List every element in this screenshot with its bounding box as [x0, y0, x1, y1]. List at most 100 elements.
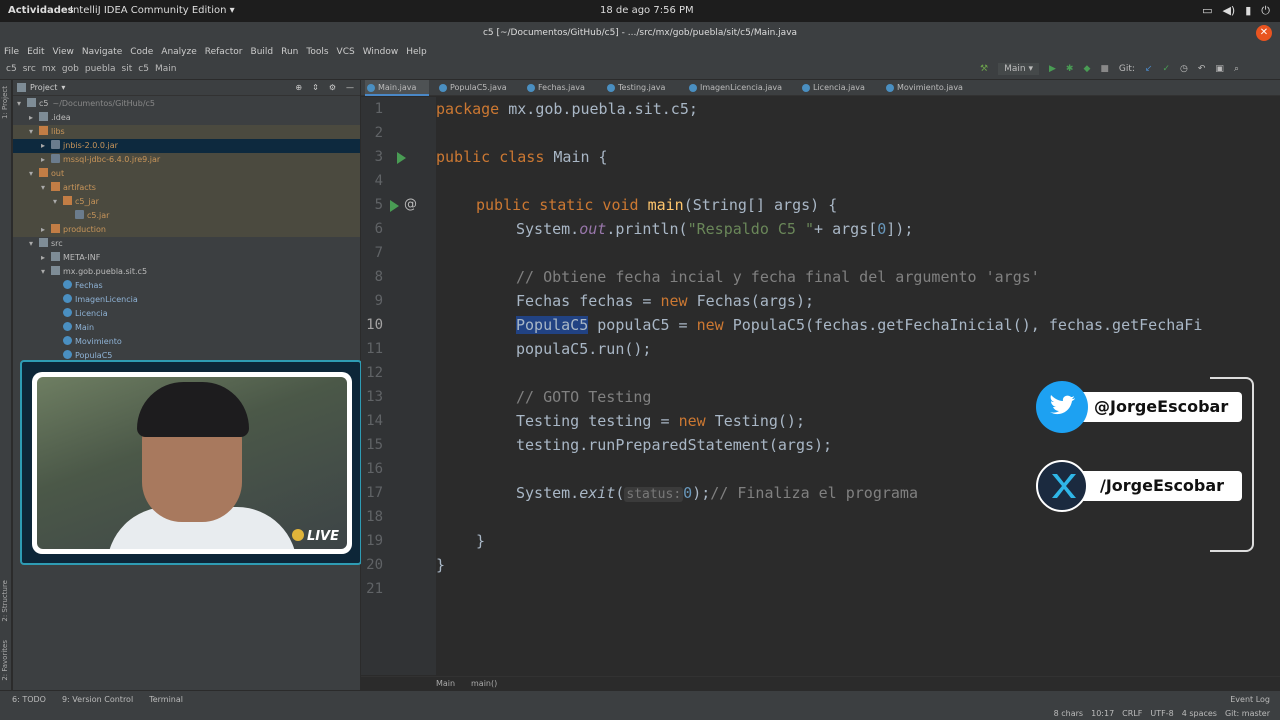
crumb-main[interactable]: Main — [155, 64, 177, 74]
coverage-icon[interactable]: ◆ — [1083, 64, 1090, 74]
git-commit-icon[interactable]: ✓ — [1162, 64, 1170, 74]
expand-arrow-icon[interactable]: ▾ — [41, 265, 51, 279]
expand-arrow-icon[interactable]: ▾ — [29, 125, 39, 139]
screen-icon[interactable]: ▭ — [1202, 4, 1212, 18]
power-icon[interactable]: ⏻ — [1261, 4, 1270, 18]
locate-icon[interactable]: ⊕ — [295, 83, 302, 92]
tab-imagenlicencia-java[interactable]: ImagenLicencia.java — [687, 80, 789, 96]
run-icon[interactable]: ▶ — [1049, 64, 1056, 74]
run-config-select[interactable]: Main ▾ — [998, 63, 1039, 75]
expand-arrow-icon[interactable]: ▸ — [41, 153, 51, 167]
debug-icon[interactable]: ✱ — [1066, 64, 1074, 74]
collapse-icon[interactable]: ⇕ — [312, 83, 319, 92]
tab-main-java[interactable]: Main.java — [365, 80, 429, 96]
tree-item[interactable]: ImagenLicencia — [13, 293, 360, 307]
menu-vcs[interactable]: VCS — [337, 47, 355, 57]
favorites-tool-tab[interactable]: 2: Favorites — [1, 640, 9, 681]
tree-item[interactable]: ▾ out — [13, 167, 360, 181]
hide-icon[interactable]: — — [346, 83, 354, 92]
file-encoding[interactable]: UTF-8 — [1150, 709, 1173, 718]
line-separator[interactable]: CRLF — [1122, 709, 1142, 718]
menu-build[interactable]: Build — [251, 47, 274, 57]
tab-populac5-java[interactable]: PopulaC5.java — [437, 80, 517, 96]
tree-item[interactable]: Main — [13, 321, 360, 335]
activities-button[interactable]: Actividades — [8, 5, 74, 16]
tree-item[interactable]: ▾ artifacts — [13, 181, 360, 195]
menu-run[interactable]: Run — [281, 47, 298, 57]
app-menu[interactable]: IntelliJ IDEA Community Edition ▾ — [70, 5, 235, 16]
tab-licencia-java[interactable]: Licencia.java — [800, 80, 876, 96]
tree-item[interactable]: ▸ mssql-jdbc-6.4.0.jre9.jar — [13, 153, 360, 167]
expand-arrow-icon[interactable]: ▾ — [29, 237, 39, 251]
crumb-puebla[interactable]: puebla — [85, 64, 116, 74]
menu-code[interactable]: Code — [130, 47, 153, 57]
stop-icon[interactable]: ■ — [1100, 64, 1109, 74]
expand-arrow-icon[interactable]: ▾ — [29, 167, 39, 181]
breadcrumb-method[interactable]: main() — [471, 679, 497, 688]
menu-navigate[interactable]: Navigate — [82, 47, 122, 57]
indent-setting[interactable]: 4 spaces — [1182, 709, 1217, 718]
tree-item[interactable]: ▾ src — [13, 237, 360, 251]
event-log-button[interactable]: Event Log — [1230, 695, 1270, 704]
expand-arrow-icon[interactable]: ▾ — [53, 195, 63, 209]
close-window-button[interactable]: ✕ — [1256, 25, 1272, 41]
crumb-src[interactable]: src — [23, 64, 36, 74]
battery-icon[interactable]: ▮ — [1245, 4, 1251, 18]
volume-icon[interactable]: ◀) — [1222, 4, 1235, 18]
tab-testing-java[interactable]: Testing.java — [605, 80, 685, 96]
project-panel-title[interactable]: Project — [30, 83, 57, 92]
expand-arrow-icon[interactable]: ▸ — [41, 223, 51, 237]
terminal-button[interactable]: Terminal — [149, 695, 183, 704]
menu-analyze[interactable]: Analyze — [161, 47, 196, 57]
tree-item[interactable]: ▸ .idea — [13, 111, 360, 125]
crumb-gob[interactable]: gob — [62, 64, 79, 74]
tree-item[interactable]: ▾ c5_jar — [13, 195, 360, 209]
menu-help[interactable]: Help — [406, 47, 427, 57]
run-class-icon[interactable] — [397, 152, 406, 164]
project-structure-icon[interactable]: ▣ — [1215, 64, 1224, 74]
crumb-c5-package[interactable]: c5 — [138, 64, 149, 74]
git-branch[interactable]: Git: master — [1225, 709, 1270, 718]
caret-position[interactable]: 10:17 — [1091, 709, 1114, 718]
version-control-button[interactable]: 9: Version Control — [62, 695, 133, 704]
structure-tool-tab[interactable]: 2: Structure — [1, 580, 9, 622]
menu-file[interactable]: File — [4, 47, 19, 57]
tree-item[interactable]: ▾ c5 ~/Documentos/GitHub/c5 — [13, 97, 360, 111]
menu-window[interactable]: Window — [363, 47, 399, 57]
tree-item[interactable]: Licencia — [13, 307, 360, 321]
expand-arrow-icon[interactable]: ▸ — [29, 111, 39, 125]
crumb-c5[interactable]: c5 — [6, 64, 17, 74]
code-editor[interactable]: package mx.gob.puebla.sit.c5; public cla… — [436, 97, 1280, 675]
menu-view[interactable]: View — [53, 47, 74, 57]
crumb-sit[interactable]: sit — [122, 64, 133, 74]
expand-arrow-icon[interactable]: ▸ — [41, 139, 51, 153]
system-tray[interactable]: ▭ ◀) ▮ ⏻ — [1202, 4, 1270, 18]
tree-item[interactable]: c5.jar — [13, 209, 360, 223]
expand-arrow-icon[interactable]: ▸ — [41, 251, 51, 265]
expand-arrow-icon[interactable]: ▾ — [17, 97, 27, 111]
crumb-mx[interactable]: mx — [42, 64, 56, 74]
menu-tools[interactable]: Tools — [306, 47, 328, 57]
build-icon[interactable]: ⚒ — [980, 64, 988, 74]
tree-item[interactable]: Fechas — [13, 279, 360, 293]
git-update-icon[interactable]: ↙ — [1145, 64, 1153, 74]
tab-movimiento-java[interactable]: Movimiento.java — [884, 80, 974, 96]
breadcrumb-class[interactable]: Main — [436, 679, 455, 688]
git-rollback-icon[interactable]: ↶ — [1198, 64, 1206, 74]
expand-arrow-icon[interactable]: ▾ — [41, 181, 51, 195]
override-at-icon[interactable]: @ — [404, 197, 417, 212]
git-history-icon[interactable]: ◷ — [1180, 64, 1188, 74]
run-main-icon[interactable] — [390, 200, 399, 212]
menu-edit[interactable]: Edit — [27, 47, 44, 57]
tree-item[interactable]: Movimiento — [13, 335, 360, 349]
project-tool-tab[interactable]: 1: Project — [1, 86, 9, 119]
tree-item[interactable]: ▾ libs — [13, 125, 360, 139]
tree-item[interactable]: ▸ jnbis-2.0.0.jar — [13, 139, 360, 153]
tree-item[interactable]: ▸ META-INF — [13, 251, 360, 265]
tree-item[interactable]: ▸ production — [13, 223, 360, 237]
tree-item[interactable]: ▾ mx.gob.puebla.sit.c5 — [13, 265, 360, 279]
clock[interactable]: 18 de ago 7:56 PM — [600, 5, 694, 16]
gear-icon[interactable]: ⚙ — [329, 83, 336, 92]
todo-button[interactable]: 6: TODO — [12, 695, 46, 704]
search-everywhere-icon[interactable]: ⌕ — [1234, 64, 1239, 74]
